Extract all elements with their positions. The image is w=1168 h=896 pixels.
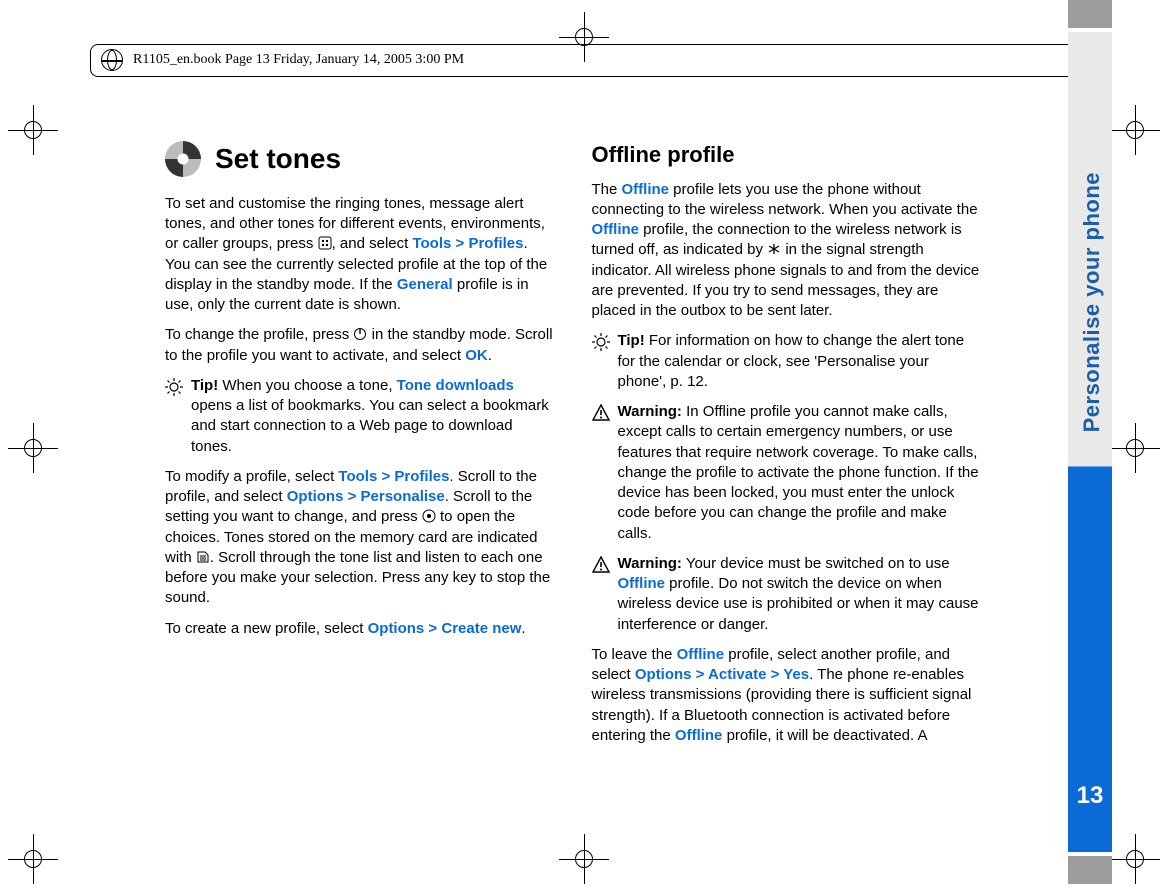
crop-mark-icon	[1110, 834, 1160, 884]
paragraph: To modify a profile, select Tools > Prof…	[165, 467, 554, 609]
page-body: Set tones To set and customise the ringi…	[165, 140, 980, 756]
paragraph: To set and customise the ringing tones, …	[165, 194, 554, 316]
crop-mark-icon	[1110, 105, 1160, 155]
link-offline: Offline	[592, 221, 640, 238]
side-tab: Personalise your phone 13	[1068, 32, 1112, 852]
thumb-tab-bottom	[1068, 856, 1112, 884]
scroll-key-icon	[422, 509, 436, 523]
menu-key-icon	[318, 236, 332, 250]
tip-icon	[592, 333, 610, 351]
paragraph: To create a new profile, select Options …	[165, 619, 554, 639]
tip-block: Tip! When you choose a tone, Tone downlo…	[165, 376, 554, 457]
right-column: Offline profile The Offline profile lets…	[592, 140, 981, 756]
heading-offline-profile: Offline profile	[592, 140, 981, 170]
warning-block: Warning: In Offline profile you cannot m…	[592, 402, 981, 544]
tip-icon	[165, 378, 183, 396]
tip-label: Tip!	[191, 377, 218, 394]
warning-icon	[592, 404, 610, 422]
crop-mark-icon	[559, 834, 609, 884]
power-key-icon	[353, 327, 367, 341]
tones-icon	[165, 141, 201, 177]
link-offline: Offline	[622, 181, 670, 198]
warning-label: Warning:	[618, 403, 682, 420]
link-offline: Offline	[618, 575, 666, 592]
link-options-create-new: Options > Create new	[368, 620, 522, 637]
page-number: 13	[1068, 780, 1112, 812]
link-options-personalise: Options > Personalise	[287, 488, 445, 505]
crop-mark-icon	[1110, 423, 1160, 473]
thumb-tab-top	[1068, 0, 1112, 28]
heading-set-tones: Set tones	[215, 140, 341, 178]
memory-card-icon	[196, 550, 210, 564]
paragraph: To change the profile, press in the stan…	[165, 325, 554, 366]
link-tools-profiles: Tools > Profiles	[412, 235, 523, 252]
warning-icon	[592, 556, 610, 574]
crop-mark-icon	[8, 834, 58, 884]
section-label: Personalise your phone	[1077, 172, 1107, 432]
link-offline: Offline	[675, 727, 723, 744]
link-offline: Offline	[677, 646, 725, 663]
paragraph: The Offline profile lets you use the pho…	[592, 180, 981, 322]
link-general: General	[397, 276, 453, 293]
tip-label: Tip!	[618, 332, 645, 349]
print-header: R1105_en.book Page 13 Friday, January 14…	[90, 44, 1078, 77]
paragraph: To leave the Offline profile, select ano…	[592, 645, 981, 746]
crop-mark-icon	[8, 423, 58, 473]
tip-block: Tip! For information on how to change th…	[592, 331, 981, 392]
print-header-text: R1105_en.book Page 13 Friday, January 14…	[133, 52, 464, 67]
warning-label: Warning:	[618, 555, 682, 572]
globe-icon	[101, 49, 123, 71]
link-tone-downloads: Tone downloads	[397, 377, 514, 394]
link-options-activate-yes: Options > Activate > Yes	[635, 666, 809, 683]
no-signal-icon	[767, 242, 781, 256]
left-column: Set tones To set and customise the ringi…	[165, 140, 554, 756]
link-tools-profiles: Tools > Profiles	[338, 468, 449, 485]
link-ok: OK	[465, 347, 488, 364]
warning-block: Warning: Your device must be switched on…	[592, 554, 981, 635]
crop-mark-icon	[8, 105, 58, 155]
